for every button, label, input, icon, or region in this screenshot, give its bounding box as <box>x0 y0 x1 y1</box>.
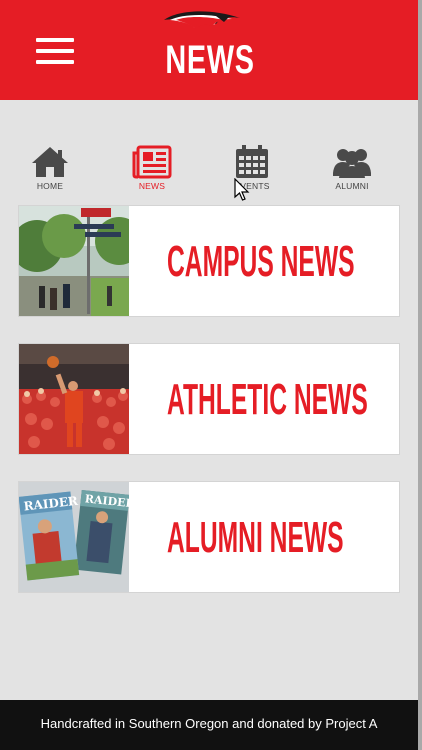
newspaper-icon <box>132 145 172 179</box>
nav-label-news: NEWS <box>138 181 166 191</box>
alumni-news-card[interactable]: RAIDER RAIDER ALUMNI NEWS <box>18 481 400 593</box>
athletic-news-title: ATHLETIC NEWS <box>167 375 368 424</box>
campus-walkway-photo <box>19 206 129 316</box>
app-header: NEWS <box>0 0 418 100</box>
raider-magazine-photo: RAIDER RAIDER <box>19 482 129 592</box>
mouse-pointer-icon <box>234 178 250 201</box>
raider-logo <box>164 11 240 29</box>
group-icon <box>333 149 371 178</box>
page-title: NEWS <box>165 38 255 82</box>
calendar-icon <box>236 145 268 178</box>
nav-item-alumni[interactable]: ALUMNI <box>317 145 387 195</box>
nav-item-home[interactable]: HOME <box>15 145 85 195</box>
hamburger-menu-icon[interactable] <box>36 38 74 64</box>
nav-label-home: HOME <box>36 181 64 191</box>
nav-item-news[interactable]: NEWS <box>117 145 187 195</box>
campus-news-card[interactable]: CAMPUS NEWS <box>18 205 400 317</box>
footer-credit: Handcrafted in Southern Oregon and donat… <box>0 700 418 750</box>
campus-news-title: CAMPUS NEWS <box>167 237 355 286</box>
home-icon <box>32 147 68 177</box>
basketball-crowd-photo <box>19 344 129 454</box>
athletic-news-card[interactable]: ATHLETIC NEWS <box>18 343 400 455</box>
nav-label-alumni: ALUMNI <box>335 181 369 191</box>
alumni-news-title: ALUMNI NEWS <box>167 513 344 562</box>
window-edge <box>418 0 422 750</box>
nav-label-events: EVENTS <box>234 181 270 191</box>
nav-item-events[interactable]: EVENTS <box>217 145 287 195</box>
